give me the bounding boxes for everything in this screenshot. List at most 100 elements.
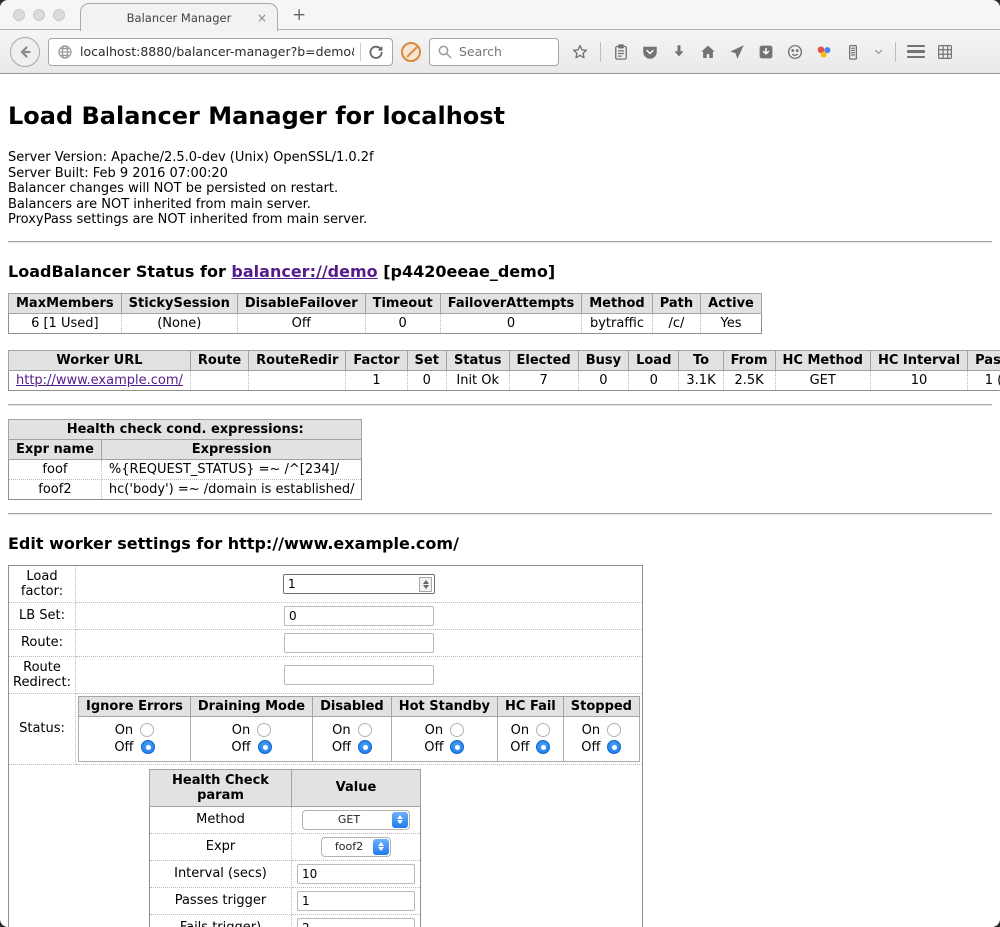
reading-list-icon[interactable] — [612, 43, 630, 61]
hc-fail-on-radio[interactable] — [536, 723, 550, 737]
back-arrow-icon — [16, 43, 34, 61]
proxypass-notice-line: ProxyPass settings are NOT inherited fro… — [8, 212, 992, 228]
page-title: Load Balancer Manager for localhost — [8, 102, 992, 130]
select-stepper-icon — [373, 839, 389, 855]
zoom-window-button[interactable] — [53, 9, 65, 21]
draining-mode-on-radio[interactable] — [257, 723, 271, 737]
form-row-route: Route: — [9, 629, 643, 656]
hc-row-interval: Interval (secs) — [150, 860, 421, 887]
form-row-health-check: Health Check param Value Method GET — [9, 764, 643, 927]
tab-close-icon[interactable]: × — [257, 11, 267, 25]
pocket-icon[interactable] — [641, 43, 659, 61]
downloads-icon[interactable] — [670, 43, 688, 61]
hc-interval-input[interactable] — [297, 864, 415, 884]
cell-elected: 7 — [509, 370, 578, 390]
window-controls — [13, 9, 65, 21]
off-label: Off — [114, 740, 133, 755]
ignore-errors-on-radio[interactable] — [140, 723, 154, 737]
cell-hc-method: GET — [775, 370, 870, 390]
hot-standby-off-radio[interactable] — [450, 740, 464, 754]
back-button[interactable] — [10, 37, 40, 67]
col-from: From — [723, 350, 775, 370]
search-input[interactable] — [459, 44, 549, 59]
form-row-route-redirect: Route Redirect: — [9, 656, 643, 693]
col-hc-fail: HC Fail — [498, 696, 564, 716]
reload-icon[interactable] — [367, 43, 385, 61]
lb-set-input[interactable] — [284, 606, 434, 626]
hc-row-passes: Passes trigger — [150, 887, 421, 914]
disabled-off-radio[interactable] — [358, 740, 372, 754]
close-window-button[interactable] — [13, 9, 25, 21]
colored-dots-extension-icon[interactable] — [815, 43, 833, 61]
home-icon[interactable] — [699, 43, 717, 61]
edit-worker-heading: Edit worker settings for http://www.exam… — [8, 534, 992, 553]
cell-routeredir — [249, 370, 346, 390]
hc-method-select[interactable]: GET — [302, 810, 410, 830]
hc-passes-input[interactable] — [297, 891, 415, 911]
col-failoverattempts: FailoverAttempts — [440, 293, 582, 313]
cell-active: Yes — [701, 313, 762, 333]
search-icon — [436, 43, 454, 61]
draining-mode-off-radio[interactable] — [258, 740, 272, 754]
stopped-off-radio[interactable] — [607, 740, 621, 754]
browser-window: Balancer Manager × + — [0, 0, 1000, 927]
container-battery-icon[interactable] — [844, 43, 862, 61]
tab-bar: Balancer Manager × + — [0, 0, 1000, 30]
on-label: On — [582, 723, 600, 738]
cell-method: bytraffic — [582, 313, 652, 333]
col-worker-url: Worker URL — [9, 350, 191, 370]
route-input[interactable] — [284, 633, 434, 653]
send-tab-icon[interactable] — [728, 43, 746, 61]
cell-passes: 1 (0) — [968, 370, 1000, 390]
off-label: Off — [332, 740, 351, 755]
url-input[interactable] — [80, 44, 354, 59]
cell-expression: hc('body') =~ /domain is established/ — [101, 479, 362, 499]
table-row: 6 [1 Used] (None) Off 0 0 bytraffic /c/ … — [9, 313, 762, 333]
edit-worker-form: Load factor: LB Set: Route: — [8, 565, 643, 927]
extension-download-icon[interactable] — [757, 43, 775, 61]
cell-set: 0 — [407, 370, 446, 390]
minimize-window-button[interactable] — [33, 9, 45, 21]
divider — [8, 404, 992, 406]
balancer-demo-link[interactable]: balancer://demo — [231, 262, 377, 281]
off-label: Off — [581, 740, 600, 755]
stopped-on-radio[interactable] — [607, 723, 621, 737]
balancer-status-table: MaxMembers StickySession DisableFailover… — [8, 293, 762, 334]
hc-method-selected-value: GET — [338, 813, 360, 826]
worker-url-link[interactable]: http://www.example.com/ — [16, 373, 183, 388]
cell-failoverattempts: 0 — [440, 313, 582, 333]
server-built-line: Server Built: Feb 9 2016 07:00:20 — [8, 166, 992, 182]
route-redirect-input[interactable] — [284, 665, 434, 685]
hc-row-method: Method GET — [150, 806, 421, 833]
search-bar[interactable] — [429, 38, 559, 66]
off-label: Off — [231, 740, 250, 755]
col-status: Status — [446, 350, 509, 370]
url-bar[interactable] — [48, 38, 393, 66]
number-spinner-icon[interactable] — [419, 577, 432, 592]
new-tab-button[interactable]: + — [292, 5, 306, 25]
overflow-chevron-icon[interactable] — [873, 46, 884, 57]
expr-row: foof2 hc('body') =~ /domain is establish… — [9, 479, 362, 499]
pages-grid-icon[interactable] — [936, 43, 954, 61]
bookmark-star-icon[interactable] — [571, 43, 589, 61]
hot-standby-on-radio[interactable] — [450, 723, 464, 737]
col-path: Path — [652, 293, 700, 313]
on-label: On — [332, 723, 350, 738]
cell-factor: 1 — [346, 370, 407, 390]
balancer-heading-suffix: [p4420eeae_demo] — [383, 262, 555, 281]
hc-fail-off-radio[interactable] — [536, 740, 550, 754]
load-factor-input[interactable] — [283, 574, 435, 594]
ignore-errors-off-radio[interactable] — [141, 740, 155, 754]
col-hc-interval: HC Interval — [870, 350, 967, 370]
feedback-smiley-icon[interactable] — [786, 43, 804, 61]
hc-fails-input[interactable] — [297, 918, 415, 927]
disabled-on-radio[interactable] — [358, 723, 372, 737]
menu-hamburger-icon[interactable] — [907, 45, 925, 59]
cell-status: Init Ok — [446, 370, 509, 390]
adblock-icon[interactable] — [401, 42, 421, 62]
col-stickysession: StickySession — [121, 293, 237, 313]
tab-balancer-manager[interactable]: Balancer Manager × — [80, 3, 278, 31]
cell-expr-name: foof2 — [9, 479, 102, 499]
status-cell-ignore-errors: On Off — [79, 716, 191, 761]
hc-expr-select[interactable]: foof2 — [321, 837, 391, 857]
